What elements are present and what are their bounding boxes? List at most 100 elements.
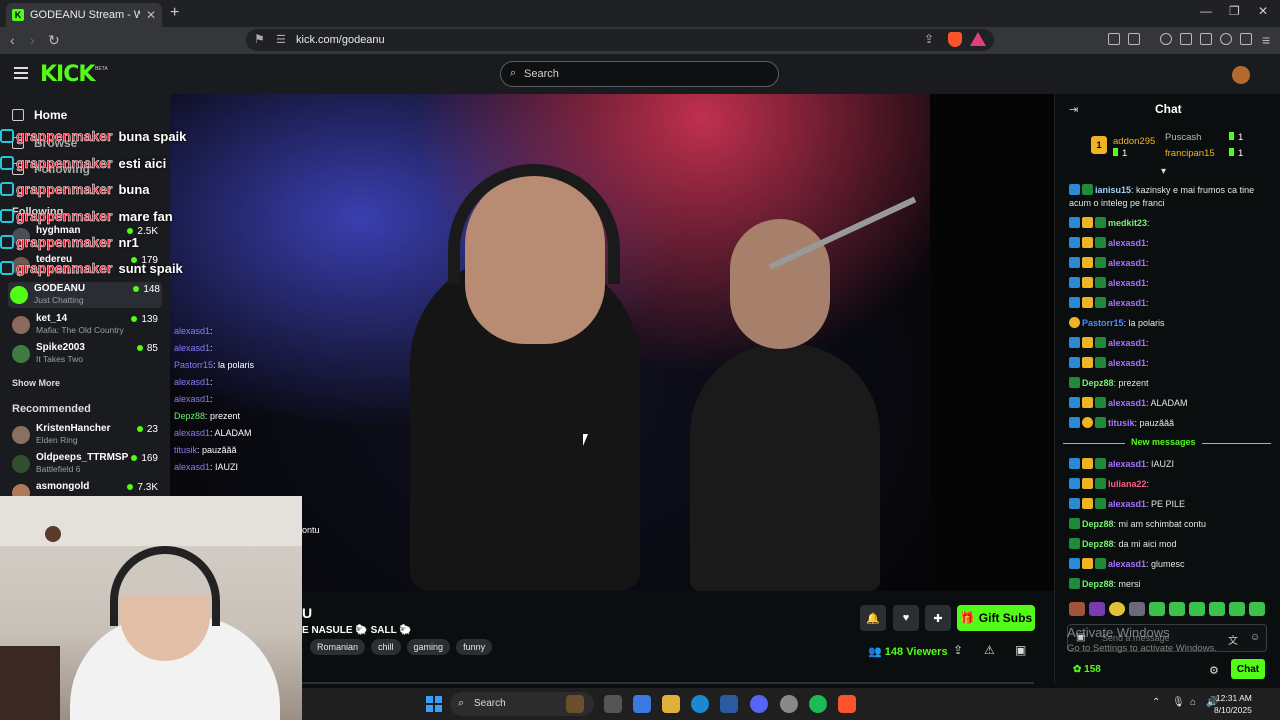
brave-icon[interactable] — [838, 695, 856, 713]
recommended-item[interactable]: Oldpeeps_TTRMSP Battlefield 6 169 — [10, 451, 160, 477]
music-icon[interactable] — [1160, 33, 1172, 45]
steam-icon[interactable] — [780, 695, 798, 713]
leader-name[interactable]: francipan15 — [1165, 148, 1215, 159]
edge-icon[interactable] — [691, 695, 709, 713]
streamer-name[interactable]: U — [302, 605, 312, 621]
tab-close-icon[interactable]: ✕ — [146, 8, 156, 22]
collapse-chat-icon[interactable]: ⇥ — [1069, 103, 1078, 116]
emote-icon[interactable] — [1229, 602, 1245, 616]
close-window-icon[interactable]: ✕ — [1258, 4, 1268, 18]
discord-icon[interactable] — [750, 695, 768, 713]
emote-icon[interactable] — [1129, 602, 1145, 616]
emote-icon[interactable] — [1069, 602, 1085, 616]
site-info-icon[interactable]: ☰ — [276, 33, 286, 46]
kick-favicon-icon: K — [12, 9, 24, 21]
tag-chip[interactable]: Romanian — [310, 639, 366, 655]
mic-icon[interactable]: 🎙 — [1172, 697, 1185, 708]
leader-name[interactable]: addon295 — [1113, 136, 1155, 147]
brave-rewards-icon[interactable] — [970, 32, 986, 46]
webcam-background — [0, 496, 302, 546]
tray-chevron-icon[interactable]: ⌃ — [1152, 697, 1160, 708]
store-icon[interactable] — [720, 695, 738, 713]
spotify-icon[interactable] — [809, 695, 827, 713]
tag-chip[interactable]: funny — [456, 639, 493, 655]
address-bar[interactable]: ⚑ ☰ kick.com/godeanu ⇪ — [246, 29, 994, 51]
channel-item-active[interactable]: GODEANU Just Chatting 148 — [8, 282, 162, 308]
share-stream-icon[interactable]: ⇪ — [953, 643, 963, 657]
tag-chip[interactable]: chill — [371, 639, 401, 655]
menu-icon[interactable]: ≡ — [1262, 32, 1270, 48]
reload-icon[interactable]: ↻ — [48, 32, 60, 49]
gift-subs-button[interactable]: 🎁 Gift Subs — [957, 605, 1035, 631]
follow-heart-button[interactable]: ♥ — [893, 605, 919, 631]
brave-shield-icon[interactable] — [948, 32, 962, 47]
wallet2-icon[interactable] — [1200, 33, 1212, 45]
emote-icon[interactable] — [1109, 602, 1125, 616]
kick-logo[interactable]: KICK — [40, 62, 95, 87]
badge-icon — [0, 235, 14, 249]
person-right-head — [730, 219, 830, 349]
overlay-message: grappenmaker sunt spaik — [0, 258, 183, 278]
share-icon[interactable]: ⇪ — [924, 32, 934, 46]
emote-icon[interactable] — [1169, 602, 1185, 616]
windows-start-icon[interactable] — [426, 696, 442, 712]
file-explorer-icon[interactable] — [662, 695, 680, 713]
widgets-icon[interactable] — [566, 695, 584, 713]
browser-tab[interactable]: K GODEANU Stream - Watch Li ✕ — [6, 3, 162, 27]
forward-icon[interactable]: › — [30, 32, 35, 48]
channel-points[interactable]: ✿ 158 — [1073, 664, 1101, 675]
emote-icon[interactable] — [1089, 602, 1105, 616]
wallet-icon[interactable] — [1128, 33, 1140, 45]
copilot-icon[interactable] — [633, 695, 651, 713]
emote-icon[interactable] — [1209, 602, 1225, 616]
tag-chip[interactable]: gaming — [406, 639, 451, 655]
sidebar-icon[interactable] — [1180, 33, 1192, 45]
chat-settings-icon[interactable]: ⚙ — [1209, 664, 1219, 677]
recommended-item[interactable]: KristenHancher Elden Ring 23 — [10, 422, 160, 448]
video-player[interactable]: alexasd1: alexasd1: Pastorr15: la polari… — [170, 94, 1054, 591]
leader-name[interactable]: Puscash — [1165, 132, 1201, 143]
emote-icon[interactable] — [1149, 602, 1165, 616]
show-more-link[interactable]: Show More — [12, 378, 60, 388]
minimize-icon[interactable]: — — [1200, 4, 1212, 18]
prime-badge-icon — [1069, 417, 1080, 428]
overlay-chat-line: titusik: pauzăăă — [174, 445, 237, 455]
horizontal-scrollbar[interactable] — [302, 682, 1034, 684]
new-tab-button[interactable]: + — [170, 4, 179, 22]
emote-icon[interactable] — [1249, 602, 1265, 616]
channel-item[interactable]: ket_14 Mafia: The Old Country 139 — [10, 312, 160, 338]
taskbar-clock[interactable]: 12:31 AM 8/10/2025 — [1214, 692, 1252, 716]
clip-button[interactable]: ✚ — [925, 605, 951, 631]
emote-icon[interactable] — [1189, 602, 1205, 616]
search-input[interactable]: ⌕ Search — [500, 61, 779, 87]
hamburger-menu-icon[interactable] — [14, 67, 28, 79]
report-icon[interactable]: ⚠ — [984, 643, 995, 657]
network-icon[interactable]: ⌂ — [1190, 697, 1196, 708]
sidebar-home[interactable]: Home — [12, 108, 67, 122]
sub-badge-icon — [1069, 518, 1080, 529]
notification-bell-button[interactable]: 🔔 — [860, 605, 886, 631]
translate-icon[interactable]: 文 — [1228, 632, 1238, 647]
restore-icon[interactable]: ❐ — [1229, 4, 1240, 18]
profile-card-icon[interactable]: ▣ — [1015, 643, 1026, 657]
leo-icon[interactable] — [1220, 33, 1232, 45]
prime-badge-icon — [1069, 397, 1080, 408]
bookmark-icon[interactable]: ⚑ — [254, 32, 265, 46]
badge-icon — [0, 129, 14, 143]
sub-badge-icon — [1095, 458, 1106, 469]
channel-item[interactable]: Spike2003 It Takes Two 85 — [10, 341, 160, 367]
send-chat-button[interactable]: Chat — [1231, 659, 1265, 679]
user-avatar[interactable] — [1232, 66, 1250, 84]
webcam-overlay — [0, 496, 302, 720]
crown-badge-icon — [1082, 357, 1093, 368]
badge-icon — [0, 261, 14, 275]
crown-badge-icon — [1082, 478, 1093, 489]
back-icon[interactable]: ‹ — [10, 32, 15, 48]
sub-badge-icon — [1069, 578, 1080, 589]
task-view-icon[interactable] — [604, 695, 622, 713]
extensions-icon[interactable] — [1108, 33, 1120, 45]
expand-leaderboard-icon[interactable]: ▾ — [1161, 166, 1166, 177]
channel-game: It Takes Two — [36, 354, 83, 364]
emote-picker-icon[interactable]: ☺ — [1250, 632, 1260, 643]
vpn-icon[interactable] — [1240, 33, 1252, 45]
